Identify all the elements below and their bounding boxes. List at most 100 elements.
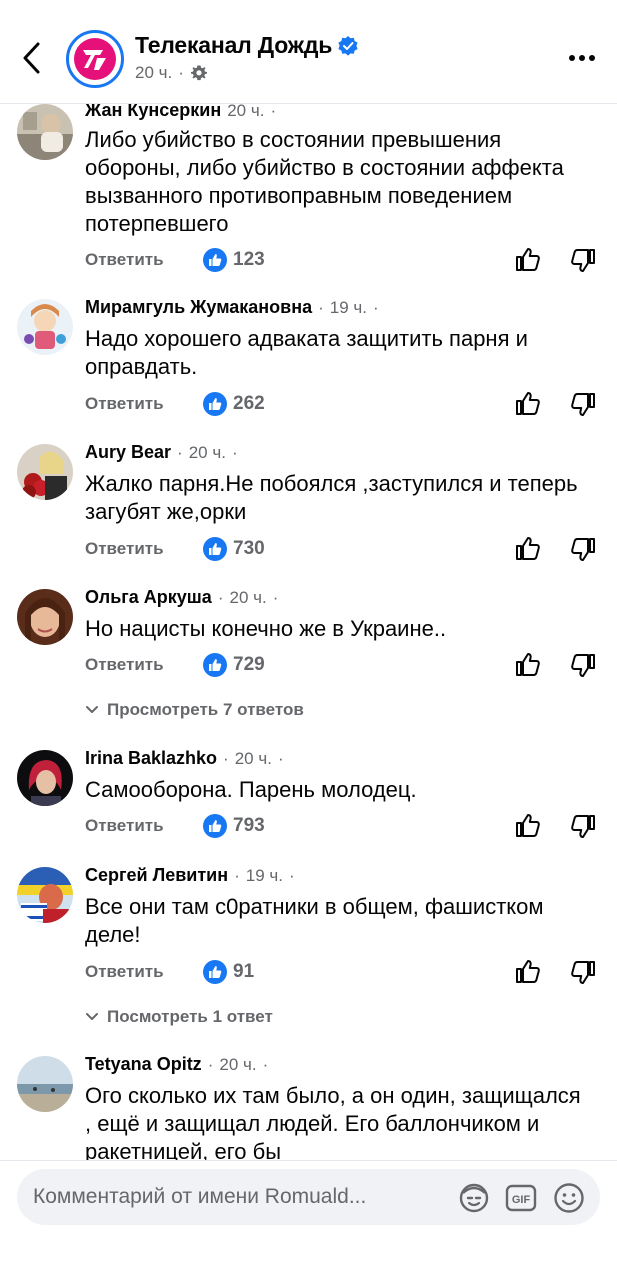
reply-button[interactable]: Ответить [85,394,164,414]
reply-button[interactable]: Ответить [85,250,164,270]
reply-button[interactable]: Ответить [85,539,164,559]
comment-text: Либо убийство в состоянии превышения обо… [85,127,564,236]
meta-separator: · [270,104,277,120]
comment-text: Но нацисты конечно же в Украине.. [85,616,447,641]
author-line: Aury Bear · 20 ч. · [85,442,238,463]
meta-separator: · [318,298,324,317]
comment-text: Все они там с0ратники в общем, фашистком… [85,894,544,947]
upvote-icon[interactable] [515,535,541,561]
author-line: Сергей Левитин · 19 ч. · [85,865,295,886]
avatar[interactable] [17,104,73,160]
avatar[interactable] [17,444,73,500]
reaction-summary[interactable]: 793 [203,814,265,838]
author-name[interactable]: Tetyana Opitz [85,1054,202,1075]
like-reaction-icon [203,392,227,416]
author-name[interactable]: Мирамгуль Жумакановна [85,297,312,318]
reaction-summary[interactable]: 123 [203,248,265,272]
reply-button[interactable]: Ответить [85,655,164,675]
comment-actions: Ответить 729 [85,651,600,681]
like-count: 730 [233,538,265,559]
view-replies-label: Просмотреть 7 ответов [107,700,304,719]
author-name[interactable]: Ольга Аркуша [85,587,212,608]
comment-time: 20 ч. [229,588,267,607]
more-options-icon[interactable] [568,52,596,64]
upvote-icon[interactable] [515,246,541,272]
downvote-icon[interactable] [570,960,596,986]
avatar[interactable] [17,1056,73,1112]
meta-separator: · [373,298,379,317]
comment-actions: Ответить 262 [85,390,600,420]
comment-time: 20 ч. [219,1055,257,1074]
author-name[interactable]: Сергей Левитин [85,865,228,886]
upvote-icon[interactable] [515,651,541,677]
reaction-summary[interactable]: 262 [203,392,265,416]
avatar[interactable] [17,299,73,355]
comment-time: 19 ч. [329,298,368,317]
channel-avatar[interactable] [66,30,124,88]
meta-separator: · [178,63,184,82]
meta-separator: · [262,1055,269,1074]
upvote-icon[interactable] [515,958,541,984]
comment-text: Самооборона. Парень молодец. [85,777,417,802]
author-line: Irina Baklazhko · 20 ч. · [85,748,284,769]
avatar[interactable] [17,750,73,806]
verified-badge-icon [338,35,358,56]
comment-actions: Ответить 793 [85,812,600,842]
channel-name-row[interactable]: Телеканал Дождь [135,32,358,59]
comment-input[interactable] [33,1177,453,1217]
channel-name[interactable]: Телеканал Дождь [135,32,332,59]
reply-button[interactable]: Ответить [85,816,164,836]
comment-actions: Ответить 91 [85,958,600,988]
tvrain-logo-icon [74,38,116,80]
view-replies-label: Посмотреть 1 ответ [107,1007,273,1026]
svg-text:GIF: GIF [512,1194,531,1206]
downvote-icon[interactable] [570,248,596,274]
comment-text: Ого сколько их там было, а он один, защи… [85,1083,581,1160]
post-time: 20 ч. [135,63,173,82]
downvote-icon[interactable] [570,653,596,679]
comment-time: 20 ч. [234,749,272,768]
author-name[interactable]: Жан Кунсеркин [85,104,221,121]
author-name[interactable]: Aury Bear [85,442,171,463]
comment-actions: Ответить 123 [85,246,600,276]
post-meta: 20 ч. · [135,63,208,83]
emoji-icon[interactable] [552,1181,586,1215]
like-reaction-icon [203,248,227,272]
like-reaction-icon [203,537,227,561]
meta-separator: · [231,443,238,462]
meta-separator: · [289,866,295,885]
gear-icon [190,65,207,81]
meta-separator: · [217,588,224,607]
avatar[interactable] [17,867,73,923]
reply-button[interactable]: Ответить [85,962,164,982]
reaction-summary[interactable]: 729 [203,653,265,677]
meta-separator: · [272,588,279,607]
chevron-down-icon [86,1013,98,1020]
like-reaction-icon [203,960,227,984]
gif-icon[interactable]: GIF [504,1181,538,1215]
meta-separator: · [177,443,183,462]
author-name[interactable]: Irina Baklazhko [85,748,217,769]
comment-text: Жалко парня.Не побоялся ,заступился и те… [85,471,578,524]
view-replies-button[interactable]: Просмотреть 7 ответов [85,700,304,720]
downvote-icon[interactable] [570,814,596,840]
upvote-icon[interactable] [515,812,541,838]
comment-composer-bar: GIF [0,1160,617,1280]
reaction-summary[interactable]: 730 [203,537,265,561]
downvote-icon[interactable] [570,537,596,563]
like-count: 262 [233,393,265,414]
chevron-down-icon [86,706,98,713]
comment-composer[interactable]: GIF [17,1169,600,1225]
upvote-icon[interactable] [515,390,541,416]
downvote-icon[interactable] [570,392,596,418]
like-count: 793 [233,815,265,836]
back-arrow-icon[interactable] [18,40,48,76]
like-reaction-icon [203,814,227,838]
comment-time: 20 ч. [188,443,226,462]
avatar[interactable] [17,589,73,645]
reaction-summary[interactable]: 91 [203,960,254,984]
avatar-sticker-icon[interactable] [457,1181,491,1215]
meta-separator: · [207,1055,214,1074]
view-replies-button[interactable]: Посмотреть 1 ответ [85,1007,273,1027]
comments-feed[interactable]: Жан Кунсеркин 20 ч. · Либо убийство в со… [0,104,617,1160]
